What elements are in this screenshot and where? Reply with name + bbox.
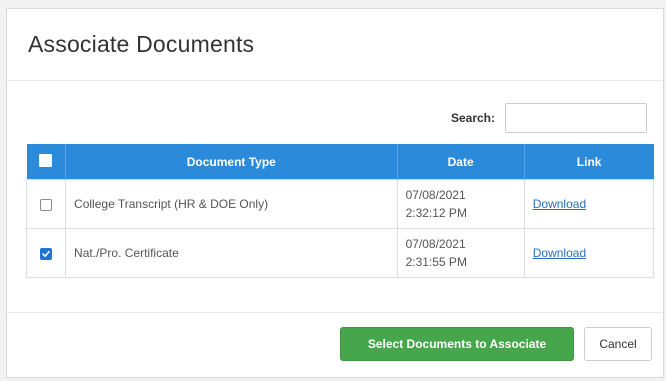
row-checkbox-cell	[25, 179, 67, 229]
select-all-checkbox[interactable]	[39, 153, 53, 167]
time-value: 2:31:55 PM	[405, 255, 467, 269]
link-cell: Download	[523, 179, 655, 229]
search-input[interactable]	[505, 103, 647, 133]
search-label: Search:	[450, 111, 495, 125]
dialog-footer: Select Documents to Associate Cancel	[7, 313, 663, 377]
search-row: Search:	[451, 103, 647, 133]
documents-table: Document Type Date Link College Transcri…	[25, 144, 655, 278]
table-row: Nat./Pro. Certificate 07/08/2021 2:31:55…	[25, 228, 655, 278]
row-checkbox[interactable]	[40, 198, 53, 211]
select-all-header	[26, 144, 67, 180]
document-type-cell: College Transcript (HR & DOE Only)	[65, 179, 398, 229]
checkmark-icon	[42, 250, 50, 257]
column-header-link[interactable]: Link	[524, 144, 654, 180]
table-header-row: Document Type Date Link	[26, 144, 654, 180]
link-cell: Download	[523, 228, 655, 278]
cancel-button[interactable]: Cancel	[584, 327, 652, 361]
time-value: 2:32:12 PM	[405, 206, 467, 220]
date-value: 07/08/2021	[405, 188, 466, 202]
column-header-date[interactable]: Date	[397, 144, 525, 180]
document-type-cell: Nat./Pro. Certificate	[65, 228, 398, 278]
date-cell: 07/08/2021 2:31:55 PM	[396, 228, 525, 278]
associate-documents-dialog: Associate Documents Search: Document Typ…	[6, 8, 664, 378]
date-value: 07/08/2021	[405, 237, 466, 251]
row-checkbox[interactable]	[40, 247, 53, 260]
select-documents-button[interactable]: Select Documents to Associate	[340, 327, 574, 361]
dialog-body: Search: Document Type Date Link College …	[7, 81, 663, 313]
table-row: College Transcript (HR & DOE Only) 07/08…	[25, 179, 655, 229]
row-checkbox-cell	[25, 228, 67, 278]
column-header-document-type[interactable]: Document Type	[65, 144, 398, 180]
download-link[interactable]: Download	[533, 246, 586, 260]
date-cell: 07/08/2021 2:32:12 PM	[396, 179, 525, 229]
dialog-header: Associate Documents	[7, 9, 663, 81]
dialog-title: Associate Documents	[28, 31, 255, 57]
download-link[interactable]: Download	[533, 197, 586, 211]
